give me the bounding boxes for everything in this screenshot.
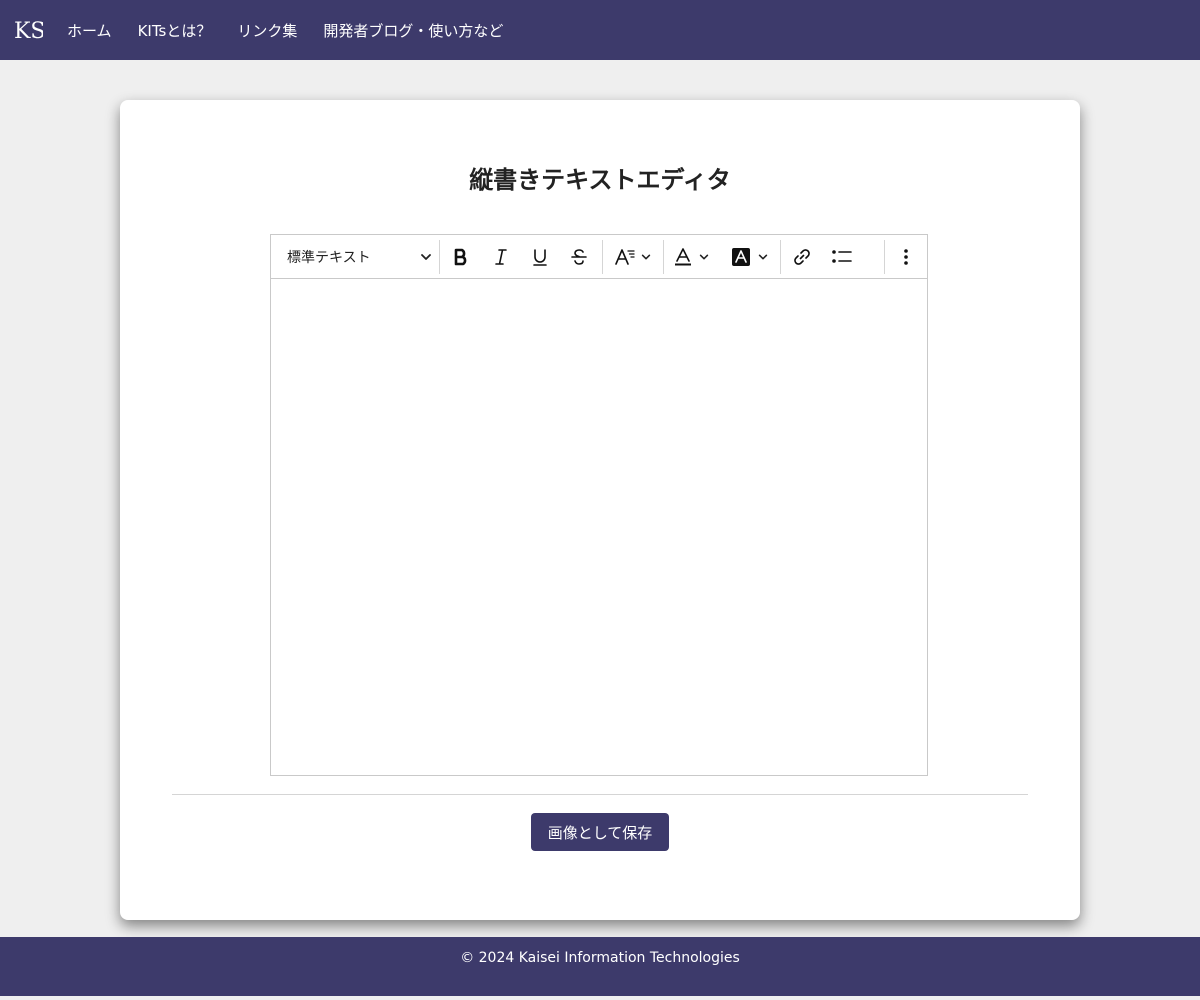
strikethrough-button[interactable] [560, 235, 598, 279]
nav-link-home[interactable]: ホーム [67, 20, 112, 41]
underline-icon [533, 248, 547, 266]
more-icon [904, 249, 908, 265]
bulleted-list-icon [832, 249, 852, 263]
chevron-down-icon [699, 254, 709, 259]
link-icon [794, 248, 810, 265]
nav-link-blog[interactable]: 開発者ブログ・使い方など [323, 20, 503, 41]
bold-button[interactable] [440, 235, 482, 279]
chevron-down-icon [421, 253, 431, 260]
highlight-icon [732, 247, 750, 266]
italic-button[interactable] [482, 235, 520, 279]
footer-copyright: © 2024 Kaisei Information Technologies [460, 949, 740, 966]
divider [172, 794, 1028, 795]
chevron-down-icon [758, 254, 768, 259]
link-button[interactable] [781, 235, 823, 279]
ks-logo-icon: KS [14, 19, 43, 44]
font-color-button[interactable] [664, 235, 720, 279]
block-style-label: 標準テキスト [287, 249, 371, 266]
nav-link-about[interactable]: KITsとは？ [138, 20, 212, 41]
nav-link-links[interactable]: リンク集 [237, 20, 297, 41]
navbar: KS ホーム KITsとは？ リンク集 開発者ブログ・使い方など [0, 0, 1200, 60]
page-bottom-strip [0, 996, 1200, 1000]
bold-icon [454, 248, 467, 265]
font-color-icon [675, 247, 691, 265]
logo-text: KS [14, 19, 43, 44]
editor-content-area[interactable] [271, 279, 927, 775]
font-size-icon [615, 248, 635, 265]
editor-toolbar: 標準テキスト [271, 235, 927, 279]
underline-button[interactable] [520, 235, 560, 279]
strikethrough-icon [571, 248, 587, 265]
page-title: 縦書きテキストエディタ [469, 166, 731, 194]
chevron-down-icon [641, 254, 651, 259]
save-as-image-button[interactable]: 画像として保存 [531, 813, 669, 851]
block-style-dropdown[interactable]: 標準テキスト [271, 235, 439, 279]
footer: © 2024 Kaisei Information Technologies [0, 937, 1200, 996]
main-card: 縦書きテキストエディタ 標準テキスト 画像として保存 [120, 100, 1080, 920]
site-logo[interactable]: KS [13, 15, 43, 45]
highlight-button[interactable] [720, 235, 780, 279]
bulleted-list-button[interactable] [823, 235, 861, 279]
font-size-button[interactable] [603, 235, 663, 279]
italic-icon [495, 248, 507, 265]
more-options-button[interactable] [885, 235, 927, 279]
text-editor: 標準テキスト [270, 234, 928, 776]
